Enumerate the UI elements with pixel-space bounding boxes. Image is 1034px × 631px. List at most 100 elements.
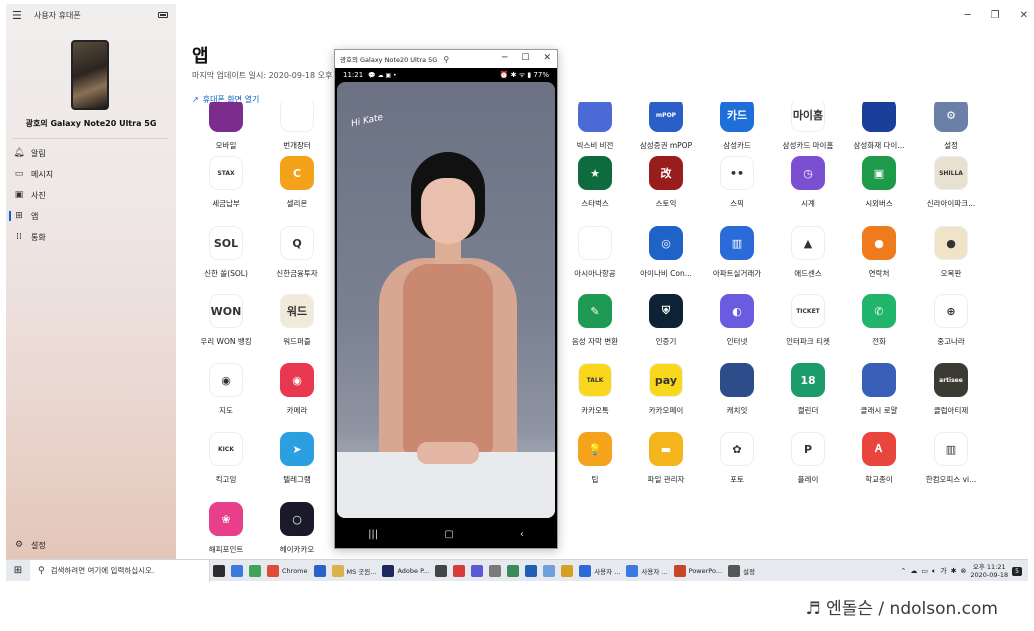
app-tile[interactable]: C 셀리온 [262, 156, 332, 216]
app-tile[interactable]: Q 신한금융투자 [262, 226, 332, 286]
home-icon[interactable]: ▢ [444, 529, 453, 540]
nav-photos[interactable]: ▣ 사진 [12, 186, 172, 204]
taskbar-app[interactable] [450, 560, 468, 582]
app-tile[interactable]: ➤ 텔레그램 [262, 432, 332, 492]
close-icon[interactable]: ✕ [1020, 10, 1028, 21]
ime-icon[interactable]: 가 [940, 566, 946, 576]
nav-settings[interactable]: ⚙ 설정 [12, 536, 172, 554]
app-tile[interactable]: 번개장터 [262, 102, 332, 158]
app-tile[interactable]: ⛨ 인증기 [631, 294, 701, 354]
nav-calls[interactable]: ⁞⁞ 통화 [12, 228, 172, 246]
app-tile[interactable]: 캐치잇 [702, 363, 772, 423]
taskbar-app[interactable] [504, 560, 522, 582]
app-tile[interactable]: TICKET 인터파크 티켓 [773, 294, 843, 354]
phone-screen-window[interactable]: 광호의 Galaxy Note20 Ultra 5G ⚲ ─ ☐ ✕ 11:21… [334, 49, 558, 549]
app-tile[interactable]: ▬ 파일 관리자 [631, 432, 701, 492]
app-tile[interactable]: 카드 삼성카드 [702, 102, 772, 158]
minimize-icon[interactable]: ─ [502, 53, 507, 63]
taskbar-app[interactable] [486, 560, 504, 582]
app-tile[interactable]: mPOP 삼성증권 mPOP [631, 102, 701, 158]
app-tile[interactable]: 워드 워드퍼즐 [262, 294, 332, 354]
app-tile[interactable]: 💡 팁 [560, 432, 630, 492]
taskbar-app[interactable] [540, 560, 558, 582]
menu-icon[interactable]: ☰ [12, 9, 30, 22]
taskbar-app[interactable]: 설정 [725, 560, 758, 582]
restore-icon[interactable]: ❐ [991, 10, 1000, 21]
app-tile[interactable]: 아시아나항공 [560, 226, 630, 286]
taskbar-clock[interactable]: 오후 11:21 2020-09-18 [970, 563, 1008, 579]
app-tile[interactable]: ◷ 시계 [773, 156, 843, 216]
app-tile[interactable]: 빅스비 비전 [560, 102, 630, 158]
taskbar-app[interactable]: PowerPo... [671, 560, 725, 582]
app-tile[interactable]: artisee 클럽아티제 [916, 363, 986, 423]
notification-count[interactable]: 5 [1012, 566, 1022, 576]
app-tile[interactable]: 삼성화재 다이... [844, 102, 914, 158]
nav-apps[interactable]: ⊞ 앱 [9, 207, 172, 225]
app-tile[interactable]: ● 연락처 [844, 226, 914, 286]
minimize-icon[interactable]: ─ [965, 10, 971, 21]
app-tile[interactable]: KICK 킥고잉 [191, 432, 261, 492]
app-tile[interactable]: TALK 카카오톡 [560, 363, 630, 423]
app-tile[interactable]: ◎ 아이나비 Con... [631, 226, 701, 286]
app-tile[interactable]: ▥ 한컴오피스 vi... [916, 432, 986, 492]
app-tile[interactable]: Ꭺ 학교종이 [844, 432, 914, 492]
app-tile[interactable]: ▲ 애드센스 [773, 226, 843, 286]
app-tile[interactable]: ◉ 지도 [191, 363, 261, 423]
network-icon[interactable]: ▭ [921, 567, 928, 575]
nav-notifications[interactable]: 🔔︎ 알림 [12, 144, 172, 162]
windows-start-icon[interactable]: ⊞ [6, 565, 30, 576]
app-tile[interactable]: •• 스픽 [702, 156, 772, 216]
app-tile[interactable]: SHILLA 신라아이파크... [916, 156, 986, 216]
app-tile[interactable]: 18 캘린더 [773, 363, 843, 423]
taskbar-app[interactable]: 사용자 ... [623, 560, 670, 582]
app-tile[interactable]: ● 오목판 [916, 226, 986, 286]
taskbar-app[interactable] [468, 560, 486, 582]
taskbar-app[interactable]: Chrome [264, 560, 311, 582]
close-icon[interactable]: ✕ [543, 53, 551, 63]
app-tile[interactable]: ▥ 아파트실거래가 [702, 226, 772, 286]
chevron-up-icon[interactable]: ⌃ [900, 567, 906, 575]
app-tile[interactable]: STAX 세금납부 [191, 156, 261, 216]
app-tile[interactable]: 모바일 [191, 102, 261, 158]
taskbar-app[interactable] [522, 560, 540, 582]
taskbar-app[interactable]: MS 굿윈... [329, 560, 380, 582]
taskbar-app[interactable] [311, 560, 329, 582]
taskbar-app[interactable] [246, 560, 264, 582]
app-tile[interactable]: ✎ 음성 자막 변환 [560, 294, 630, 354]
volume-icon[interactable]: 🔈︎ [932, 567, 936, 576]
taskbar-app[interactable]: 사용자 ... [576, 560, 623, 582]
close-icon[interactable]: ⊗ [961, 567, 967, 575]
app-tile[interactable]: ❀ 해피포인트 [191, 502, 261, 559]
phone-window-titlebar[interactable]: 광호의 Galaxy Note20 Ultra 5G ⚲ ─ ☐ ✕ [335, 50, 557, 68]
app-tile[interactable]: pay 카카오페이 [631, 363, 701, 423]
taskbar-app[interactable] [558, 560, 576, 582]
maximize-icon[interactable]: ☐ [521, 53, 529, 63]
taskbar-app[interactable]: Adobe P... [379, 560, 432, 582]
app-tile[interactable]: ◐ 인터넷 [702, 294, 772, 354]
cloud-icon[interactable]: ☁ [910, 567, 917, 575]
taskbar-app[interactable] [432, 560, 450, 582]
app-tile[interactable]: ▣ 시외버스 [844, 156, 914, 216]
app-tile[interactable]: ✆ 전화 [844, 294, 914, 354]
app-tile[interactable]: ○ 헤이카카오 [262, 502, 332, 559]
phone-screen[interactable]: 11:21 💬 ☁ ▣ • ⏰ ✱ ᯤ ▮ 77% Hi Kate ||| ▢ … [335, 68, 557, 548]
pin-icon[interactable]: ⚲ [443, 55, 449, 64]
app-tile[interactable]: 클래시 로얄 [844, 363, 914, 423]
app-tile[interactable]: ⚙ 설정 [916, 102, 986, 158]
app-tile[interactable]: ⊕ 중고나라 [916, 294, 986, 354]
app-tile[interactable]: ◉ 카메라 [262, 363, 332, 423]
app-tile[interactable]: P 플레이 [773, 432, 843, 492]
app-tile[interactable]: ✿ 포토 [702, 432, 772, 492]
app-tile[interactable]: 마이홈 삼성카드 마이홈 [773, 102, 843, 158]
recents-icon[interactable]: ||| [368, 529, 378, 540]
taskbar-search[interactable]: ⚲ 검색하려면 여기에 입력하십시오. [30, 559, 210, 582]
back-icon[interactable]: ‹ [520, 529, 524, 540]
app-tile[interactable]: SOL 신한 쏠(SOL) [191, 226, 261, 286]
bluetooth-icon[interactable]: ✱ [951, 567, 957, 575]
app-tile[interactable]: 改 스토익 [631, 156, 701, 216]
taskbar-app[interactable] [228, 560, 246, 582]
nav-messages[interactable]: ▭ 메시지 [12, 165, 172, 183]
app-tile[interactable]: WON 우리 WON 뱅킹 [191, 294, 261, 354]
app-tile[interactable]: ★ 스타벅스 [560, 156, 630, 216]
video-frame[interactable]: Hi Kate [337, 82, 555, 518]
